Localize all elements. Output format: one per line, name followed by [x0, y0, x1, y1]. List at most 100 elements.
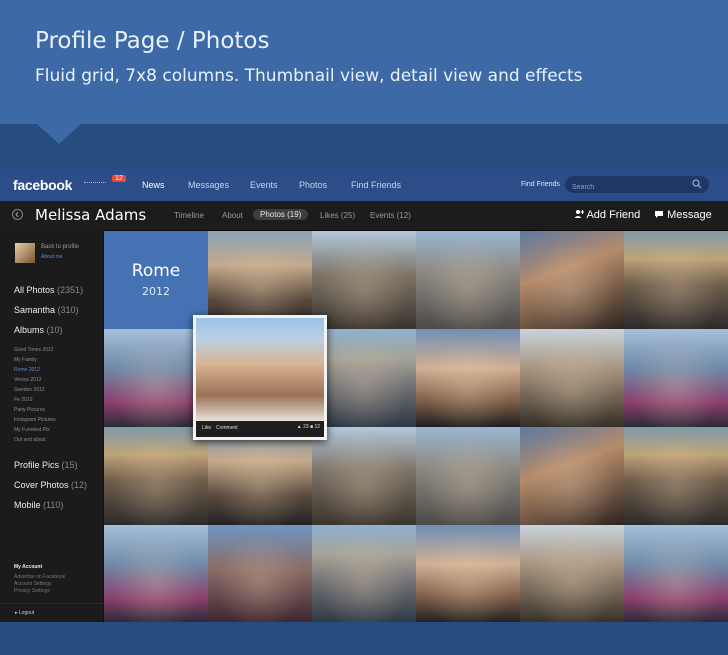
- tab-timeline[interactable]: Timeline: [174, 211, 204, 220]
- comment-button[interactable]: Comment: [216, 425, 238, 431]
- facebook-app-window: facebook 12 News Messages Events Photos …: [0, 169, 728, 622]
- photo-detail-popup[interactable]: Like Comment ▲ 23 ■ 12: [193, 315, 327, 440]
- photo-thumbnail[interactable]: [520, 525, 624, 622]
- photo-thumbnail[interactable]: [312, 427, 416, 525]
- tab-photos[interactable]: Photos (19): [253, 209, 309, 220]
- photo-thumbnail[interactable]: [208, 427, 312, 525]
- find-friends-label: Find Friends: [521, 181, 560, 188]
- sidebar-item-count: (15): [61, 460, 78, 470]
- search-icon[interactable]: [692, 179, 702, 189]
- photo-thumbnail[interactable]: [104, 427, 208, 525]
- tab-likes[interactable]: Likes (25): [320, 211, 355, 220]
- like-count: 23: [303, 424, 309, 430]
- comment-count: 12: [314, 424, 320, 430]
- sidebar-item-profile-pics[interactable]: Profile Pics (15): [14, 460, 78, 470]
- search-input[interactable]: [572, 179, 690, 196]
- photo-thumbnail[interactable]: [416, 427, 520, 525]
- photo-thumbnail[interactable]: [624, 525, 728, 622]
- add-friend-button[interactable]: Add Friend: [574, 209, 640, 221]
- logout-button[interactable]: ▸ Logout: [0, 603, 103, 622]
- nav-find-friends[interactable]: Find Friends: [351, 180, 401, 190]
- photo-thumbnail[interactable]: [208, 525, 312, 622]
- presentation-band: [0, 124, 728, 169]
- profile-name[interactable]: Melissa Adams: [35, 206, 146, 224]
- sidebar-item-cover-photos[interactable]: Cover Photos (12): [14, 480, 87, 490]
- thumbs-up-icon: ▲: [296, 424, 302, 430]
- profile-bar: Melissa Adams Timeline About Photos (19)…: [0, 201, 728, 231]
- sidebar-item-samantha[interactable]: Samantha (310): [14, 305, 79, 315]
- sidebar-item-count: (310): [57, 305, 79, 315]
- sidebar-item-count: (10): [46, 325, 63, 335]
- presentation-footer-band: [0, 622, 728, 655]
- nav-events[interactable]: Events: [250, 180, 278, 190]
- album-link[interactable]: Fe 2010: [14, 397, 32, 403]
- tab-events[interactable]: Events (12): [370, 211, 411, 220]
- album-link[interactable]: Sweden 2012: [14, 387, 45, 393]
- comment-icon: ■: [310, 424, 314, 430]
- app-indicators-icon: [84, 182, 106, 187]
- photo-thumbnail[interactable]: [312, 525, 416, 622]
- album-title: Rome: [131, 261, 181, 281]
- photo-thumbnail[interactable]: [520, 231, 624, 329]
- back-arrow-icon[interactable]: [12, 209, 23, 220]
- nav-messages[interactable]: Messages: [188, 180, 229, 190]
- pointer-notch: [37, 124, 81, 144]
- sidebar-item-label: Samantha: [14, 305, 56, 315]
- photo-thumbnail[interactable]: [520, 329, 624, 427]
- photo-thumbnail[interactable]: [624, 231, 728, 329]
- back-to-profile-link[interactable]: Back to profile: [41, 244, 79, 250]
- sidebar-item-count: (12): [71, 480, 88, 490]
- facebook-logo[interactable]: facebook: [13, 177, 72, 193]
- sidebar-item-label: Cover Photos: [14, 480, 69, 490]
- sidebar-item-albums[interactable]: Albums (10): [14, 325, 63, 335]
- photo-thumbnail[interactable]: [624, 329, 728, 427]
- photo-detail-image[interactable]: [196, 318, 324, 421]
- photo-thumbnail[interactable]: [416, 525, 520, 622]
- sidebar-item-mobile[interactable]: Mobile (110): [14, 500, 63, 510]
- photo-thumbnail[interactable]: [312, 329, 416, 427]
- message-button[interactable]: Message: [654, 209, 712, 221]
- photo-thumbnail[interactable]: [312, 231, 416, 329]
- album-link[interactable]: Instagram Pictures: [14, 417, 56, 423]
- presentation-header: Profile Page / Photos Fluid grid, 7x8 co…: [0, 0, 728, 124]
- album-link[interactable]: My Funniest Pix: [14, 427, 50, 433]
- sidebar-item-all-photos[interactable]: All Photos (2351): [14, 285, 83, 295]
- album-link[interactable]: Venice 2012: [14, 377, 42, 383]
- photo-thumbnail[interactable]: [416, 231, 520, 329]
- nav-news[interactable]: News: [142, 180, 165, 190]
- album-link[interactable]: Party Pictures: [14, 407, 45, 413]
- logout-label: Logout: [18, 610, 35, 616]
- photo-thumbnail[interactable]: [624, 427, 728, 525]
- nav-photos[interactable]: Photos: [299, 180, 327, 190]
- album-year: 2012: [142, 285, 170, 298]
- about-me-link[interactable]: About me: [41, 254, 62, 260]
- avatar[interactable]: [15, 243, 35, 263]
- presentation-subtitle: Fluid grid, 7x8 columns. Thumbnail view,…: [35, 66, 583, 86]
- photo-actions-bar: Like Comment ▲ 23 ■ 12: [196, 421, 324, 437]
- add-friend-label: Add Friend: [586, 209, 641, 221]
- album-link[interactable]: Good Times 2012: [14, 347, 53, 353]
- account-link[interactable]: Privacy Settings: [14, 588, 50, 594]
- message-icon: [655, 211, 663, 218]
- message-label: Message: [667, 209, 712, 221]
- sidebar-item-label: All Photos: [14, 285, 55, 295]
- sidebar-item-label: Albums: [14, 325, 45, 335]
- photos-sidebar: Back to profile About me All Photos (235…: [0, 230, 103, 622]
- sidebar-item-count: (110): [43, 500, 64, 510]
- photo-stats: ▲ 23 ■ 12: [297, 424, 320, 430]
- add-user-icon: [574, 210, 584, 218]
- album-link[interactable]: My Family: [14, 357, 37, 363]
- photo-thumbnail[interactable]: [104, 525, 208, 622]
- album-link-active[interactable]: Rome 2012: [14, 367, 40, 373]
- like-button[interactable]: Like: [202, 425, 211, 431]
- account-link[interactable]: Advertise on Facebook: [14, 574, 65, 580]
- photo-thumbnail[interactable]: [520, 427, 624, 525]
- search-box: [565, 176, 709, 196]
- tab-about[interactable]: About: [222, 211, 243, 220]
- sidebar-item-label: Profile Pics: [14, 460, 60, 470]
- notification-badge[interactable]: 12: [112, 175, 126, 182]
- album-link[interactable]: Out and about: [14, 437, 46, 443]
- photo-thumbnail[interactable]: [416, 329, 520, 427]
- account-link[interactable]: Account Settings: [14, 581, 52, 587]
- my-account-heading: My Account: [14, 564, 43, 570]
